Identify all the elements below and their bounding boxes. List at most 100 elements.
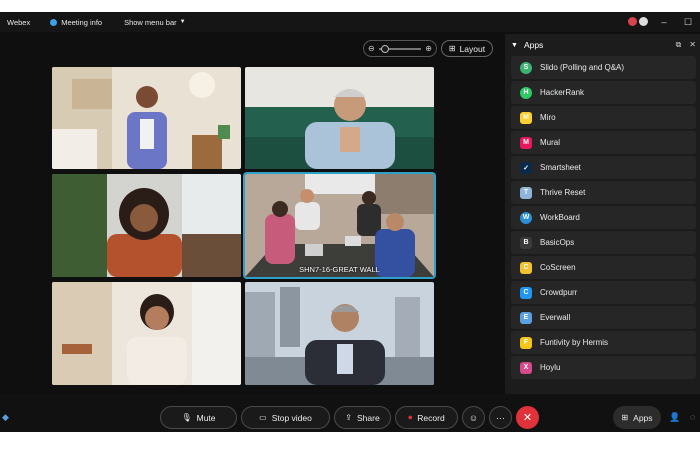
network-icon[interactable]: ◆	[2, 412, 9, 423]
app-item[interactable]: M Miro	[511, 106, 696, 129]
end-call-icon: ✕	[522, 412, 533, 424]
maximize-button[interactable]: ☐	[676, 17, 700, 28]
reactions-button[interactable]: ☺	[462, 406, 485, 429]
app-logo-icon: H	[520, 86, 532, 99]
pop-out-icon[interactable]: ⧉	[676, 40, 682, 49]
title-bar: Webex Meeting info Show menu bar ▼ – ☐	[0, 12, 700, 32]
chevron-down-icon[interactable]: ▼	[511, 42, 518, 49]
app-item[interactable]: F Funtivity by Hermis	[511, 331, 696, 354]
app-name-label: Miro	[540, 113, 556, 122]
video-tile[interactable]	[245, 67, 434, 169]
app-item[interactable]: ✓ Smartsheet	[511, 156, 696, 179]
apps-grid-icon: ⊞	[621, 413, 629, 422]
meeting-info-label: Meeting info	[61, 17, 103, 27]
app-name-label: Mural	[540, 138, 561, 147]
app-item[interactable]: C CoScreen	[511, 256, 696, 279]
app-logo-icon: X	[520, 361, 532, 374]
app-item[interactable]: X Hoylu	[511, 356, 696, 379]
video-tile[interactable]	[52, 67, 241, 169]
apps-button[interactable]: ⊞ Apps	[613, 406, 661, 429]
stop-video-label: Stop video	[271, 412, 312, 423]
show-menu-bar-label: Show menu bar	[124, 17, 177, 27]
smiley-icon: ☺	[468, 412, 479, 423]
room-video	[245, 174, 434, 277]
app-name-label: Slido (Polling and Q&A)	[540, 63, 625, 72]
minimize-button[interactable]: –	[652, 17, 676, 27]
participant-video	[52, 174, 241, 277]
app-name-label: Hoylu	[540, 363, 561, 372]
app-name-label: HackerRank	[540, 88, 585, 97]
mute-label: Mute	[196, 412, 216, 423]
end-call-button[interactable]: ✕	[516, 406, 539, 429]
app-name-label: Smartsheet	[540, 163, 581, 172]
app-name-label: Thrive Reset	[540, 188, 586, 197]
app-logo-icon: F	[520, 336, 532, 349]
window-controls: – ☐	[628, 12, 700, 32]
zoom-track[interactable]	[378, 44, 422, 53]
app-logo-icon: S	[520, 61, 532, 74]
app-logo-icon: ✓	[520, 161, 532, 174]
mute-button[interactable]: 🎙 Mute	[160, 406, 237, 429]
app-item[interactable]: B BasicOps	[511, 231, 696, 254]
app-name-label: Crowdpurr	[540, 288, 578, 297]
avatar-icon	[628, 16, 637, 26]
participants-icon[interactable]: 👤	[669, 412, 680, 423]
avatar-icon	[639, 16, 648, 26]
chevron-down-icon: ▼	[179, 19, 186, 25]
apps-panel-header-icons: ⧉ ✕	[668, 40, 696, 50]
info-icon	[50, 18, 58, 26]
zoom-out-icon[interactable]: ⊖	[368, 44, 375, 53]
zoom-knob[interactable]	[380, 44, 389, 53]
layout-label: Layout	[459, 43, 486, 54]
video-tile[interactable]	[245, 282, 434, 385]
layout-grid-icon: ⊞	[448, 44, 456, 53]
layout-button[interactable]: ⊞ Layout	[441, 40, 493, 57]
app-item[interactable]: T Thrive Reset	[511, 181, 696, 204]
show-menu-bar-button[interactable]: Show menu bar ▼	[124, 18, 185, 27]
app-logo-icon: W	[520, 211, 532, 224]
app-item[interactable]: H HackerRank	[511, 81, 696, 104]
app-logo-icon: M	[520, 136, 532, 149]
app-logo-icon: E	[520, 311, 532, 324]
room-name-caption: SHN7-16-GREAT WALL	[299, 265, 380, 274]
apps-panel-header[interactable]: ▼ Apps ⧉ ✕	[505, 34, 700, 56]
app-name: Webex	[7, 18, 30, 27]
app-item[interactable]: M Mural	[511, 131, 696, 154]
app-logo-icon: T	[520, 186, 532, 199]
apps-label: Apps	[633, 412, 653, 423]
stop-video-button[interactable]: ▭ Stop video	[241, 406, 330, 429]
app-logo-icon: C	[520, 261, 532, 274]
zoom-in-icon[interactable]: ⊕	[425, 44, 432, 53]
app-name-label: CoScreen	[540, 263, 576, 272]
participant-video	[245, 282, 434, 385]
meeting-info-button[interactable]: Meeting info	[50, 18, 102, 27]
video-tile-active-speaker[interactable]: SHN7-16-GREAT WALL	[243, 172, 436, 279]
chat-icon[interactable]: ◌	[690, 412, 695, 422]
app-logo-icon: C	[520, 286, 532, 299]
apps-panel-title: Apps	[523, 40, 544, 50]
video-tile[interactable]	[52, 282, 241, 385]
microphone-icon: 🎙	[181, 413, 192, 422]
participant-video	[52, 282, 241, 385]
share-label: Share	[357, 412, 380, 423]
apps-panel: ▼ Apps ⧉ ✕ S Slido (Polling and Q&A) H Hacke…	[505, 34, 700, 396]
app-item[interactable]: S Slido (Polling and Q&A)	[511, 56, 696, 79]
webex-window: Webex Meeting info Show menu bar ▼ – ☐ ⊖…	[0, 12, 700, 432]
apps-list: S Slido (Polling and Q&A) H HackerRank M Miro…	[505, 56, 700, 379]
share-screen-icon: ⇪	[345, 413, 352, 422]
share-button[interactable]: ⇪ Share	[334, 406, 391, 429]
video-tile[interactable]	[52, 174, 241, 277]
app-logo-icon: B	[520, 236, 532, 249]
app-item[interactable]: E Everwall	[511, 306, 696, 329]
app-name-label: Funtivity by Hermis	[540, 338, 609, 347]
close-icon[interactable]: ✕	[689, 40, 696, 49]
record-button[interactable]: ⏺ Record	[395, 406, 458, 429]
record-label: Record	[417, 412, 445, 423]
app-item[interactable]: W WorkBoard	[511, 206, 696, 229]
zoom-slider[interactable]: ⊖ ⊕	[363, 40, 437, 57]
participant-video	[52, 67, 241, 169]
more-options-button[interactable]: ···	[489, 406, 512, 429]
more-icon: ···	[496, 412, 505, 423]
app-item[interactable]: C Crowdpurr	[511, 281, 696, 304]
participant-avatars	[628, 16, 650, 28]
